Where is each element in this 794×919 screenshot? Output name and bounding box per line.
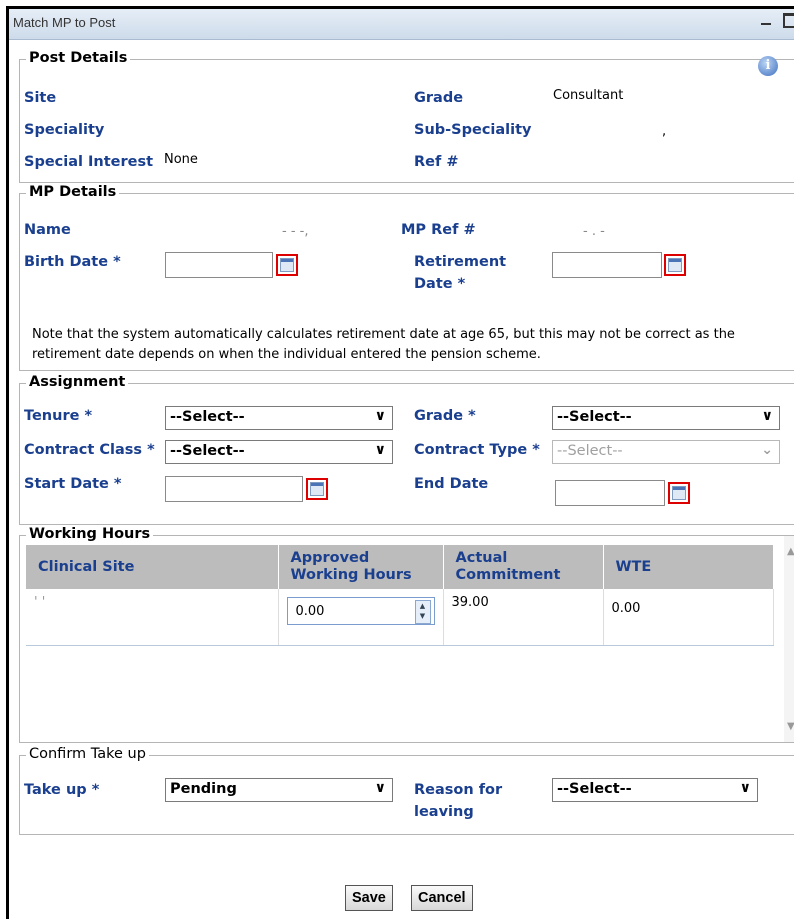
special-interest-value: None (164, 152, 198, 167)
cell-actual-commitment: 39.00 (443, 589, 604, 646)
post-details-group: Post Details i Site Grade Consultant Spe… (19, 50, 794, 183)
grade-label: Grade (414, 90, 464, 106)
end-date-input[interactable] (555, 480, 665, 506)
start-date-label: Start Date * (24, 476, 122, 492)
birth-date-input[interactable] (165, 252, 273, 278)
dialog-window: Match MP to Post Post Details i Site Gra… (6, 6, 794, 919)
sub-speciality-value: , (662, 124, 667, 139)
chevron-down-icon: ∨ (374, 442, 386, 458)
name-label: Name (24, 222, 71, 238)
reason-for-leaving-label-line1: Reason for (414, 782, 503, 798)
chevron-down-icon: ⌄ (761, 442, 773, 458)
info-icon[interactable]: i (758, 56, 778, 76)
approved-hours-stepper[interactable]: 0.00 ▲ ▼ (286, 597, 435, 625)
col-header-approved-hours-line2: Working Hours (290, 567, 412, 583)
mp-details-group: MP Details Name - - -, MP Ref # - . - Bi… (19, 184, 794, 371)
cancel-button[interactable]: Cancel (411, 885, 473, 911)
take-up-select-value: Pending (170, 781, 237, 797)
cell-clinical-site: ' ' (26, 589, 279, 646)
end-date-calendar-icon[interactable] (668, 482, 690, 504)
mp-ref-label: MP Ref # (401, 222, 476, 238)
tenure-label: Tenure * (24, 408, 93, 424)
tenure-select-value: --Select-- (170, 409, 245, 425)
retirement-date-label-line2: Date * (414, 276, 466, 292)
assignment-group: Assignment Tenure * --Select-- ∨ Grade *… (19, 374, 794, 525)
contract-type-select[interactable]: --Select-- ⌄ (552, 440, 780, 464)
table-row: ' ' 0.00 ▲ ▼ 39.00 0.00 (26, 589, 774, 646)
mp-ref-value: - . - (583, 224, 605, 239)
stepper-arrows-icon[interactable]: ▲ ▼ (414, 600, 431, 624)
table-header-row: Clinical Site Approved Working Hours Act… (26, 545, 774, 589)
confirm-take-up-legend: Confirm Take up (26, 746, 149, 762)
col-header-approved-hours[interactable]: Approved Working Hours (278, 545, 444, 589)
post-details-legend: Post Details (26, 50, 131, 66)
window-title: Match MP to Post (13, 15, 116, 30)
working-hours-group: Working Hours Clinical Site Approved Wor… (19, 526, 794, 743)
title-bar[interactable]: Match MP to Post (9, 9, 794, 40)
contract-class-select[interactable]: --Select-- ∨ (165, 440, 393, 464)
retirement-date-calendar-icon[interactable] (664, 254, 686, 276)
cell-wte: 0.00 (603, 589, 774, 646)
col-header-actual-commitment-line1: Actual (455, 550, 508, 566)
sub-speciality-label: Sub-Speciality (414, 122, 532, 138)
birth-date-calendar-icon[interactable] (276, 254, 298, 276)
col-header-approved-hours-line1: Approved (290, 550, 370, 566)
retirement-note: Note that the system automatically calcu… (32, 327, 735, 362)
vertical-scrollbar[interactable]: ▲ ▼ (784, 536, 794, 742)
tenure-select[interactable]: --Select-- ∨ (165, 406, 393, 430)
confirm-take-up-group: Confirm Take up Take up * Pending ∨ Reas… (19, 746, 794, 835)
chevron-down-icon: ∨ (761, 408, 773, 424)
special-interest-label: Special Interest (24, 154, 154, 170)
assignment-legend: Assignment (26, 374, 129, 390)
birth-date-label: Birth Date * (24, 254, 121, 270)
grade-value: Consultant (553, 88, 624, 103)
speciality-label: Speciality (24, 122, 105, 138)
minimize-icon[interactable] (760, 13, 771, 25)
working-hours-legend: Working Hours (26, 526, 154, 542)
retirement-date-label-line1: Retirement (414, 254, 507, 270)
grade-label-assignment: Grade * (414, 408, 476, 424)
mp-details-legend: MP Details (26, 184, 120, 200)
contract-type-label: Contract Type * (414, 442, 540, 458)
scroll-up-icon[interactable]: ▲ (787, 546, 794, 557)
reason-for-leaving-select[interactable]: --Select-- ∨ (552, 778, 758, 802)
site-label: Site (24, 90, 57, 106)
reason-for-leaving-select-value: --Select-- (557, 781, 632, 797)
take-up-select[interactable]: Pending ∨ (165, 778, 393, 802)
take-up-label: Take up * (24, 782, 100, 798)
col-header-wte[interactable]: WTE (603, 545, 774, 589)
chevron-down-icon: ∨ (739, 780, 751, 796)
maximize-icon[interactable] (783, 13, 794, 28)
contract-type-select-value: --Select-- (557, 443, 623, 459)
working-hours-table: Clinical Site Approved Working Hours Act… (26, 545, 774, 646)
end-date-label: End Date (414, 476, 489, 492)
contract-class-label: Contract Class * (24, 442, 155, 458)
retirement-date-input[interactable] (552, 252, 662, 278)
ref-label: Ref # (414, 154, 459, 170)
cell-approved-hours: 0.00 ▲ ▼ (278, 589, 444, 646)
approved-hours-value: 0.00 (295, 604, 325, 619)
start-date-calendar-icon[interactable] (306, 478, 328, 500)
col-header-clinical-site[interactable]: Clinical Site (26, 545, 279, 589)
chevron-down-icon: ∨ (374, 780, 386, 796)
contract-class-select-value: --Select-- (170, 443, 245, 459)
start-date-input[interactable] (165, 476, 303, 502)
grade-select-value: --Select-- (557, 409, 632, 425)
chevron-down-icon: ∨ (374, 408, 386, 424)
col-header-actual-commitment-line2: Commitment (455, 567, 561, 583)
grade-select[interactable]: --Select-- ∨ (552, 406, 780, 430)
name-value: - - -, (282, 224, 309, 239)
reason-for-leaving-label-line2: leaving (414, 804, 474, 820)
col-header-actual-commitment[interactable]: Actual Commitment (443, 545, 604, 589)
scroll-down-icon[interactable]: ▼ (787, 721, 794, 732)
save-button[interactable]: Save (345, 885, 393, 911)
